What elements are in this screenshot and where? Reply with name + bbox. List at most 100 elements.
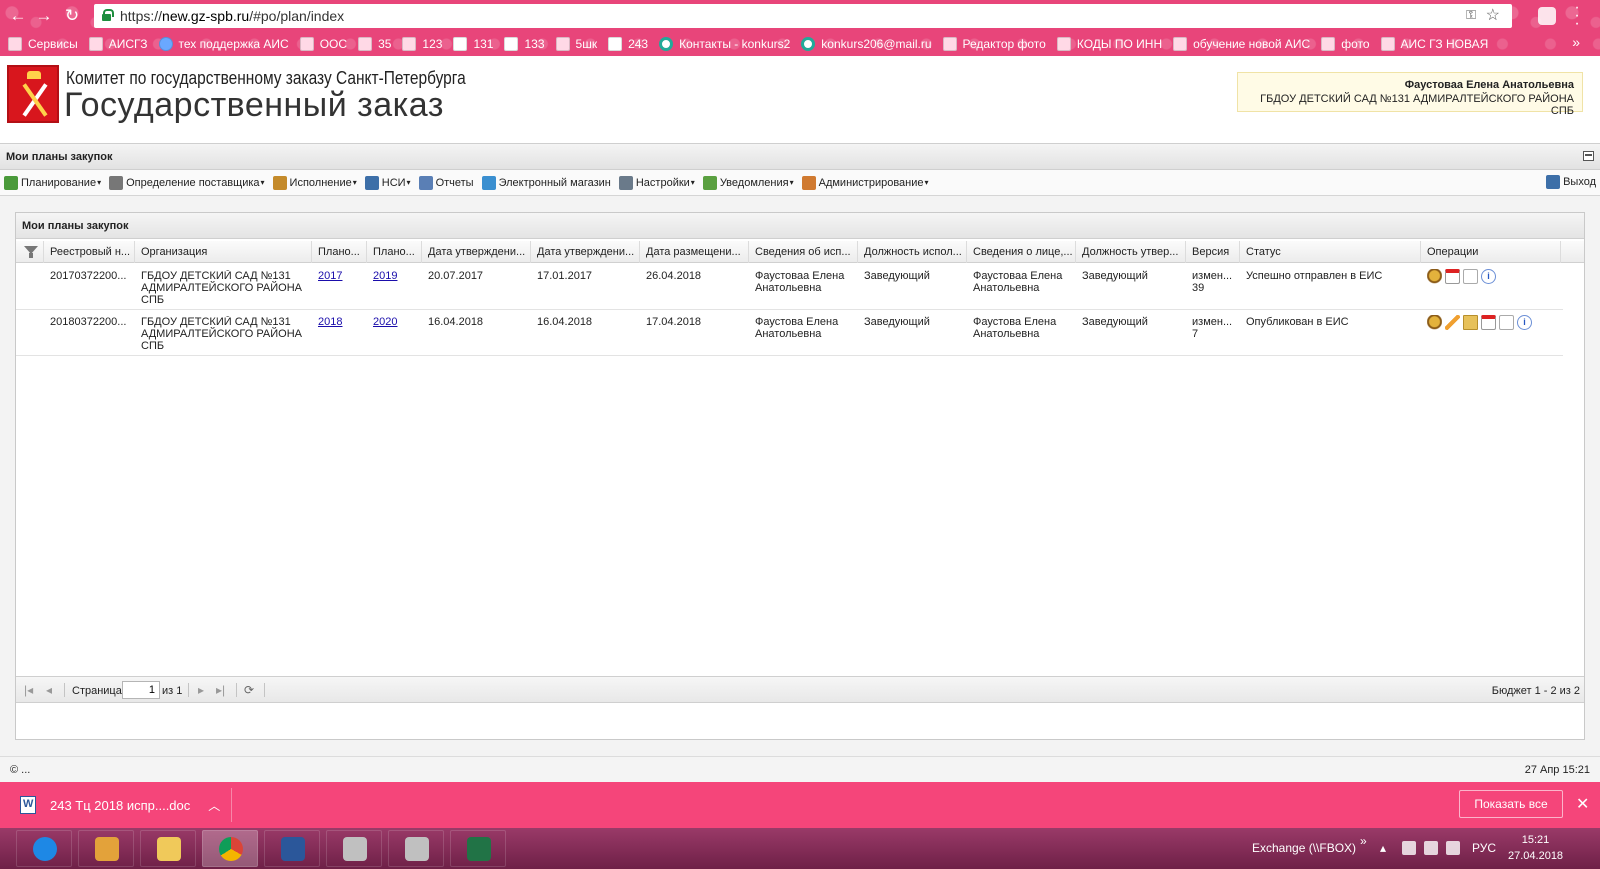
bookmark-item[interactable]: Контакты - konkurs2	[659, 37, 790, 51]
network-icon[interactable]	[1424, 841, 1438, 855]
menu-wrench[interactable]: Настройки ▾	[618, 175, 695, 190]
show-hidden-icons[interactable]: ▴	[1380, 841, 1386, 855]
refresh-icon[interactable]: ⟳	[244, 683, 254, 697]
bookmark-item[interactable]: Сервисы	[8, 37, 78, 51]
show-all-downloads-button[interactable]: Показать все	[1459, 790, 1563, 818]
menu-admin-user[interactable]: Администрирование ▾	[801, 175, 929, 190]
column-header[interactable]: Сведения о лице,...	[967, 241, 1076, 263]
menu-cart[interactable]: Электронный магазин	[481, 175, 611, 190]
bookmark-item[interactable]: АИС ГЗ НОВАЯ	[1380, 37, 1488, 51]
collapse-icon[interactable]	[1583, 151, 1594, 161]
taskbar-app2[interactable]	[326, 830, 382, 867]
forward-arrow-icon[interactable]: →	[34, 6, 54, 26]
column-header[interactable]: Сведения об исп...	[749, 241, 858, 263]
address-bar[interactable]: https://new.gz-spb.ru/#po/plan/index ⚿ ☆	[94, 4, 1512, 28]
edit-pencil-icon[interactable]	[1445, 315, 1460, 330]
more-bookmarks-icon[interactable]: »	[1572, 34, 1580, 50]
menu-label: Электронный магазин	[498, 176, 611, 189]
close-icon[interactable]: ✕	[1576, 794, 1589, 814]
bookmark-item[interactable]: konkurs206@mail.ru	[801, 37, 932, 51]
next-page-icon[interactable]: ▸	[198, 683, 204, 697]
volume-icon[interactable]	[1446, 841, 1460, 855]
taskbar-word[interactable]	[264, 830, 320, 867]
menu-report[interactable]: Отчеты	[418, 175, 474, 190]
menu-label: Исполнение	[289, 176, 352, 189]
calendar-icon[interactable]	[1445, 269, 1460, 284]
menu-execution[interactable]: Исполнение ▾	[272, 175, 357, 190]
action-center-icon[interactable]	[1402, 841, 1416, 855]
chevron-up-icon[interactable]: ︿	[208, 797, 220, 814]
page-number-input[interactable]	[122, 681, 160, 699]
column-header[interactable]: Операции	[1421, 241, 1561, 263]
column-header[interactable]: Должность утвер...	[1076, 241, 1186, 263]
taskbar-app[interactable]	[78, 830, 134, 867]
menu-book[interactable]: НСИ ▾	[364, 175, 411, 190]
document-icon[interactable]	[1499, 315, 1514, 330]
bookmark-item[interactable]: 243	[608, 37, 648, 51]
back-arrow-icon[interactable]: ←	[8, 6, 28, 26]
info-icon[interactable]: i	[1517, 315, 1532, 330]
key-icon[interactable]: ⚿	[1466, 7, 1476, 23]
extension-icon[interactable]	[1538, 7, 1556, 25]
column-header[interactable]: Плано...	[367, 241, 422, 263]
column-header[interactable]: Дата утверждени...	[422, 241, 531, 263]
bookmark-item[interactable]: КОДЫ ПО ИНН	[1056, 37, 1162, 51]
column-header[interactable]: Статус	[1240, 241, 1421, 263]
cell-plan-to: 2019	[367, 270, 422, 282]
menu-gears[interactable]: Определение поставщика ▾	[109, 175, 265, 190]
taskbar-app3[interactable]	[388, 830, 444, 867]
folder-icon[interactable]	[1463, 315, 1478, 330]
filter-icon[interactable]	[24, 246, 38, 258]
bookmark-item[interactable]: 131	[453, 37, 493, 51]
filter-column[interactable]	[16, 241, 44, 263]
last-page-icon[interactable]: ▸|	[216, 683, 225, 697]
plan-year-link[interactable]: 2019	[373, 270, 397, 282]
download-item[interactable]: 243 Тц 2018 испр....doc ︿	[10, 788, 232, 822]
bookmark-item[interactable]: 5шк	[555, 37, 597, 51]
emblem-icon[interactable]	[1427, 315, 1442, 330]
column-header[interactable]: Дата размещени...	[640, 241, 749, 263]
info-icon[interactable]: i	[1481, 269, 1496, 284]
column-header[interactable]: Плано...	[312, 241, 367, 263]
taskbar-ie[interactable]	[16, 830, 72, 867]
spb-emblem-logo[interactable]	[7, 65, 59, 123]
prev-page-icon[interactable]: ◂	[46, 683, 52, 697]
column-header[interactable]: Организация	[135, 241, 312, 263]
bookmark-item[interactable]: 35	[358, 37, 391, 51]
taskbar-chrome[interactable]	[202, 830, 258, 867]
clock[interactable]: 15:21 27.04.2018	[1508, 832, 1563, 864]
table-row[interactable]: 20170372200... ГБДОУ ДЕТСКИЙ САД №131 АДМ…	[16, 264, 1563, 310]
first-page-icon[interactable]: |◂	[24, 683, 33, 697]
column-header[interactable]: Дата утверждени...	[531, 241, 640, 263]
plan-year-link[interactable]: 2017	[318, 270, 342, 282]
language-indicator[interactable]: РУС	[1472, 841, 1496, 855]
column-header[interactable]: Должность испол...	[858, 241, 967, 263]
bookmark-item[interactable]: Редактор фото	[942, 37, 1046, 51]
column-header[interactable]: Версия	[1186, 241, 1240, 263]
menu-notification[interactable]: Уведомления ▾	[702, 175, 794, 190]
bookmark-item[interactable]: тех поддержка АИС	[158, 37, 289, 51]
plan-year-link[interactable]: 2020	[373, 316, 397, 328]
tray-toolbar-label[interactable]: Exchange (\\FBOX)	[1252, 841, 1356, 855]
plan-year-link[interactable]: 2018	[318, 316, 342, 328]
bookmark-item[interactable]: АИСГЗ	[88, 37, 148, 51]
tray-more[interactable]: »	[1360, 834, 1367, 848]
taskbar-excel[interactable]	[450, 830, 506, 867]
bookmark-item[interactable]: 123	[402, 37, 442, 51]
menu-planning[interactable]: Планирование ▾	[4, 175, 101, 190]
star-icon[interactable]: ☆	[1486, 5, 1500, 25]
document-icon[interactable]	[1463, 269, 1478, 284]
bookmark-item[interactable]: обучение новой АИС	[1173, 37, 1310, 51]
bookmark-item[interactable]: фото	[1321, 37, 1370, 51]
emblem-icon[interactable]	[1427, 269, 1442, 284]
menu-label: Определение поставщика	[126, 176, 260, 189]
reload-icon[interactable]: ↻	[62, 6, 82, 26]
bookmark-item[interactable]: ООС	[299, 37, 347, 51]
column-header[interactable]: Реестровый н...	[44, 241, 135, 263]
bookmark-item[interactable]: 133	[504, 37, 545, 51]
taskbar-explorer[interactable]	[140, 830, 196, 867]
calendar-icon[interactable]	[1481, 315, 1496, 330]
menu-icon[interactable]: · · ·	[1572, 0, 1582, 32]
exit-button[interactable]: Выход	[1546, 175, 1596, 189]
table-row[interactable]: 20180372200... ГБДОУ ДЕТСКИЙ САД №131 АДМ…	[16, 310, 1563, 356]
